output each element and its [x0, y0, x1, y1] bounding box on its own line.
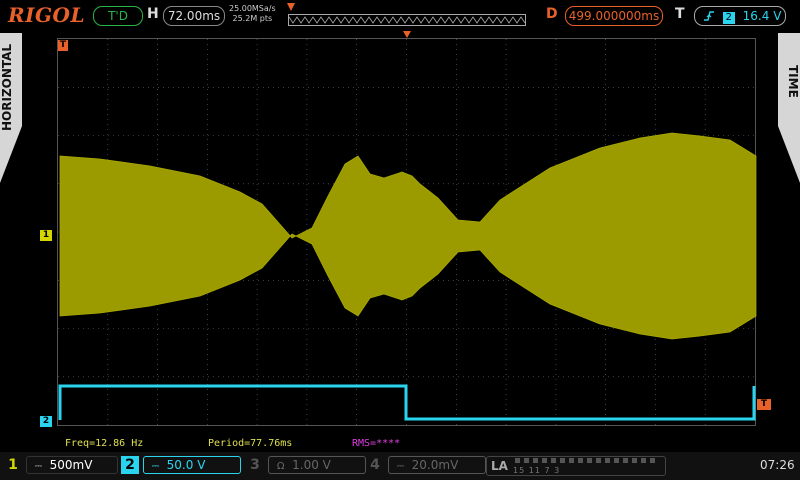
channel-2-status[interactable]: 2 ⎓ 50.0 V	[121, 456, 241, 474]
channel-2-scale-box[interactable]: ⎓ 50.0 V	[142, 456, 241, 474]
channel-1-scale-box[interactable]: ⎓ 500mV	[25, 456, 118, 474]
ch1-waveform	[59, 132, 757, 340]
ohm-icon: Ω	[276, 461, 285, 472]
dc-coupling-icon: ⎓	[396, 462, 405, 472]
frequency-measurement: Freq=12.86 Hz	[65, 438, 144, 449]
dc-coupling-icon: ⎓	[151, 462, 160, 472]
period-measurement: Period=77.76ms	[208, 438, 293, 449]
logic-channel-grid-icon	[515, 458, 655, 463]
channel-3-status[interactable]: 3 Ω 1.00 V	[246, 456, 366, 474]
waveform-canvas	[58, 39, 757, 425]
channel-1-number: 1	[8, 457, 18, 473]
channel-2-number: 2	[121, 456, 139, 474]
channel-4-scale-box[interactable]: ⎓ 20.0mV	[387, 456, 486, 474]
logic-analyzer-label: LA	[491, 459, 508, 473]
dc-coupling-icon: ⎓	[34, 462, 43, 472]
ch2-waveform	[58, 384, 756, 421]
channel-4-number: 4	[370, 457, 380, 473]
channel-1-status[interactable]: 1 ⎓ 500mV	[4, 456, 118, 474]
logic-analyzer-channel-numbers: 15 11 7 3	[513, 466, 561, 475]
logic-analyzer-status[interactable]: LA 15 11 7 3	[486, 456, 666, 476]
ch2-offset-marker[interactable]: 2	[40, 416, 52, 427]
trigger-level-marker[interactable]: T	[757, 399, 771, 410]
channel-3-scale-box[interactable]: Ω 1.00 V	[267, 456, 366, 474]
rms-measurement: RMS=****	[352, 438, 401, 449]
trigger-time-marker[interactable]: T	[58, 40, 68, 51]
channel-3-number: 3	[250, 457, 260, 473]
channel-1-scale: 500mV	[49, 458, 93, 472]
channel-4-status[interactable]: 4 ⎓ 20.0mV	[366, 456, 486, 474]
system-clock: 07:26	[760, 458, 795, 472]
trigger-position-marker-icon[interactable]	[403, 31, 411, 38]
channel-2-scale: 50.0 V	[166, 458, 206, 472]
channel-3-scale: 1.00 V	[292, 458, 331, 472]
channel-4-scale: 20.0mV	[411, 458, 459, 472]
ch1-offset-marker[interactable]: 1	[40, 230, 52, 241]
